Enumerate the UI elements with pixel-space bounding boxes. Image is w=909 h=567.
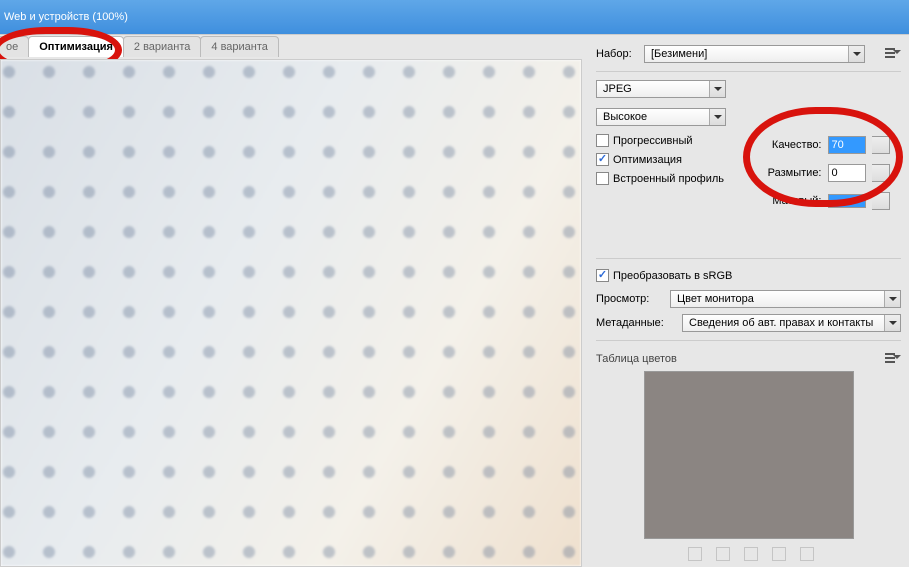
optimize-option[interactable]: Оптимизация bbox=[596, 153, 744, 166]
quality-row: Качество: 70 bbox=[754, 134, 902, 156]
matte-swatch[interactable] bbox=[828, 194, 866, 208]
preset-label: Набор: bbox=[596, 48, 638, 60]
metadata-dropdown[interactable]: Сведения об авт. правах и контакты bbox=[682, 314, 901, 332]
preset-flyout-icon[interactable] bbox=[885, 48, 901, 60]
quality-label: Качество: bbox=[754, 139, 822, 151]
settings-panel: Набор: [Безимени] JPEG Высокое bbox=[582, 35, 909, 567]
blur-input[interactable]: 0 bbox=[828, 164, 866, 182]
window-title: Web и устройств (100%) bbox=[4, 11, 128, 23]
preview-image bbox=[1, 60, 581, 566]
new-color-icon[interactable] bbox=[772, 547, 786, 561]
matte-picker[interactable] bbox=[872, 192, 890, 210]
color-table-flyout-icon[interactable] bbox=[885, 353, 901, 365]
preview-mode-label: Просмотр: bbox=[596, 293, 664, 305]
optimize-label: Оптимизация bbox=[613, 154, 682, 166]
separator bbox=[596, 340, 901, 341]
progressive-label: Прогрессивный bbox=[613, 135, 693, 147]
preset-row: Набор: [Безимени] bbox=[596, 43, 901, 65]
tab-optimize[interactable]: Оптимизация bbox=[28, 36, 124, 57]
lock-color-icon[interactable] bbox=[716, 547, 730, 561]
preview-area[interactable] bbox=[0, 59, 582, 567]
preview-dropdown[interactable]: Цвет монитора bbox=[670, 290, 901, 308]
color-swatch-grid[interactable] bbox=[644, 371, 854, 539]
tab-cut[interactable]: ое bbox=[0, 36, 29, 57]
preview-row: Просмотр: Цвет монитора bbox=[596, 288, 901, 310]
matte-row: Матовый: bbox=[754, 190, 902, 212]
options-left-col: Высокое Прогрессивный Оптимизация Встрое… bbox=[596, 106, 744, 212]
tab-bar: ое Оптимизация 2 варианта 4 варианта bbox=[0, 35, 582, 57]
srgb-option[interactable]: Преобразовать в sRGB bbox=[596, 269, 901, 282]
metadata-label: Метаданные: bbox=[596, 317, 676, 329]
quality-spinner[interactable] bbox=[872, 136, 890, 154]
progressive-checkbox[interactable] bbox=[596, 134, 609, 147]
quality-input[interactable]: 70 bbox=[828, 136, 866, 154]
blur-spinner[interactable] bbox=[872, 164, 890, 182]
matte-label: Матовый: bbox=[754, 195, 822, 207]
title-bar: Web и устройств (100%) bbox=[0, 0, 909, 34]
chevron-down-icon bbox=[884, 291, 900, 307]
options-right-col: Качество: 70 Размытие: 0 Матовый: bbox=[754, 106, 902, 212]
metadata-value: Сведения об авт. правах и контакты bbox=[689, 317, 873, 329]
progressive-option[interactable]: Прогрессивный bbox=[596, 134, 744, 147]
snap-web-icon[interactable] bbox=[688, 547, 702, 561]
transparent-color-icon[interactable] bbox=[744, 547, 758, 561]
blur-label: Размытие: bbox=[754, 167, 822, 179]
srgb-label: Преобразовать в sRGB bbox=[613, 270, 732, 282]
quality-preset-dropdown[interactable]: Высокое bbox=[596, 108, 726, 126]
embedded-profile-checkbox[interactable] bbox=[596, 172, 609, 185]
left-block: ое Оптимизация 2 варианта 4 варианта bbox=[0, 35, 582, 567]
chevron-down-icon bbox=[709, 81, 725, 97]
embedded-profile-label: Встроенный профиль bbox=[613, 173, 724, 185]
preset-value: [Безимени] bbox=[651, 48, 707, 60]
preview-mode-value: Цвет монитора bbox=[677, 293, 754, 305]
tab-4variants[interactable]: 4 варианта bbox=[200, 36, 279, 57]
tab-2variants[interactable]: 2 варианта bbox=[123, 36, 202, 57]
options-two-col: Высокое Прогрессивный Оптимизация Встрое… bbox=[596, 106, 901, 212]
blur-row: Размытие: 0 bbox=[754, 162, 902, 184]
metadata-row: Метаданные: Сведения об авт. правах и ко… bbox=[596, 312, 901, 334]
chevron-down-icon bbox=[884, 315, 900, 331]
quality-preset-value: Высокое bbox=[603, 111, 647, 123]
separator bbox=[596, 258, 901, 259]
srgb-checkbox[interactable] bbox=[596, 269, 609, 282]
delete-color-icon[interactable] bbox=[800, 547, 814, 561]
chevron-down-icon bbox=[848, 46, 864, 62]
preset-dropdown[interactable]: [Безимени] bbox=[644, 45, 865, 63]
color-table-header: Таблица цветов bbox=[596, 353, 901, 365]
optimize-checkbox[interactable] bbox=[596, 153, 609, 166]
color-table-title: Таблица цветов bbox=[596, 353, 677, 365]
color-table-icon-row bbox=[596, 547, 901, 561]
format-dropdown[interactable]: JPEG bbox=[596, 80, 726, 98]
workspace: ое Оптимизация 2 варианта 4 варианта Наб… bbox=[0, 34, 909, 567]
format-value: JPEG bbox=[603, 83, 632, 95]
chevron-down-icon bbox=[709, 109, 725, 125]
format-row: JPEG bbox=[596, 78, 901, 100]
separator bbox=[596, 71, 901, 72]
embedded-profile-option[interactable]: Встроенный профиль bbox=[596, 172, 744, 185]
